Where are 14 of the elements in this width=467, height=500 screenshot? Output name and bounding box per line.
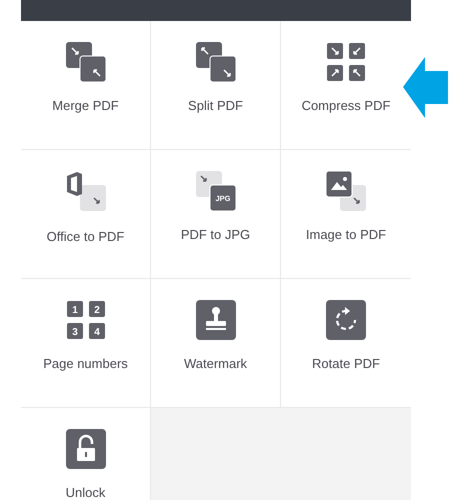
padlock-icon bbox=[66, 429, 106, 469]
rotate-icon bbox=[326, 300, 366, 340]
tool-tile[interactable]: 1 2 3 4 Page numbers bbox=[21, 279, 151, 408]
tool-tile[interactable]: Watermark bbox=[151, 279, 281, 408]
stamp-icon bbox=[196, 300, 236, 340]
tool-tile[interactable]: Office to PDF bbox=[21, 150, 151, 279]
image-to-pdf-icon bbox=[326, 171, 366, 211]
office-to-pdf-icon bbox=[66, 171, 106, 213]
tool-tile[interactable]: Merge PDF bbox=[21, 21, 151, 150]
split-icon bbox=[196, 42, 236, 82]
merge-icon bbox=[66, 42, 106, 82]
pointer-arrow bbox=[403, 57, 448, 118]
compress-icon bbox=[326, 42, 366, 82]
tool-tile[interactable]: Split PDF bbox=[151, 21, 281, 150]
